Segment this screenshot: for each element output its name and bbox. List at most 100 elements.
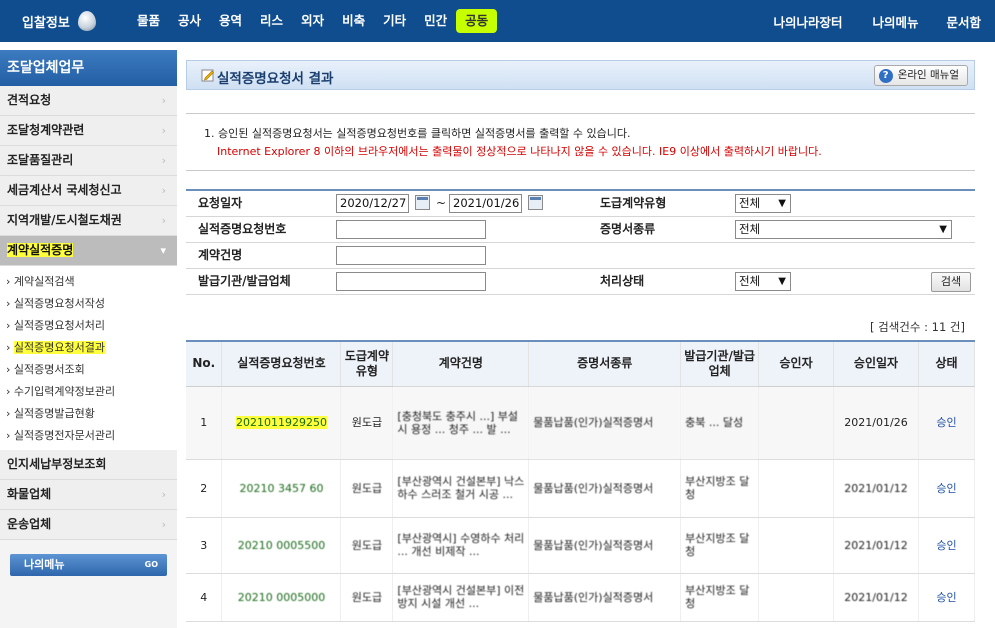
- submenu-item[interactable]: › 실적증명요청서처리: [0, 315, 177, 337]
- notice-line-2: Internet Explorer 8 이하의 브라우저에서는 출력물이 정상적…: [217, 145, 822, 158]
- sidebar-item-quality[interactable]: 조달품질관리 ›: [0, 146, 177, 176]
- label-status: 처리상태: [600, 274, 645, 288]
- submenu-item-active[interactable]: › 실적증명요청서결과: [0, 337, 177, 359]
- col-header-cert: 증명서종류: [528, 341, 682, 387]
- menu-item-construction[interactable]: 공사: [169, 9, 210, 33]
- manual-label: 온라인 매뉴얼: [897, 69, 959, 81]
- submenu-label: 실적증명요청서작성: [13, 297, 105, 310]
- search-row: 실적증명요청번호 증명서종류 전체 ▼: [186, 217, 975, 243]
- cell-no: 2: [186, 459, 223, 518]
- top-menu: 물품 공사 용역 리스 외자 비축 기타 민간 공동: [128, 9, 498, 33]
- sidebar-item-bonds[interactable]: 지역개발/도시철도채권 ›: [0, 206, 177, 236]
- sidebar-item-label: 인지세납부정보조회: [7, 457, 107, 471]
- sidebar-item-contract[interactable]: 조달청계약관련 ›: [0, 116, 177, 146]
- cell-req-no[interactable]: 20210 3457 60: [221, 459, 342, 518]
- col-header-date: 승인일자: [833, 341, 919, 387]
- cell-type: 원도급: [340, 459, 394, 518]
- brand-label: 입찰정보: [22, 15, 70, 31]
- cell-req-no[interactable]: 2021011929250: [221, 386, 342, 460]
- sidebar-item-tax[interactable]: 세금계산서 국세청신고 ›: [0, 176, 177, 206]
- select-value: 전체: [739, 196, 761, 210]
- my-market-link[interactable]: 나의나라장터: [759, 12, 858, 31]
- req-no-link[interactable]: 20210 3457 60: [239, 482, 323, 495]
- menu-item-common[interactable]: 공동: [456, 9, 498, 33]
- table-row: 2 20210 3457 60 원도급 [부산광역시 건설본부] 낙스하수 스러…: [186, 459, 976, 518]
- cell-no: 4: [186, 573, 223, 622]
- menu-item-goods[interactable]: 물품: [128, 9, 169, 33]
- menu-item-foreign[interactable]: 외자: [292, 9, 333, 33]
- request-no-input[interactable]: [336, 220, 486, 239]
- notice-box: 1. 승인된 실적증명요청서는 실적증명요청번호를 클릭하면 실적증명서를 출력…: [186, 113, 975, 171]
- sidebar-item-stamp-tax[interactable]: 인지세납부정보조회: [0, 450, 177, 480]
- cell-issuer: 부산지방조 달청: [680, 517, 760, 574]
- my-menu-label: 나의메뉴: [24, 558, 65, 571]
- cell-req-no[interactable]: 20210 0005500: [221, 517, 342, 574]
- date-from-input[interactable]: 2020/12/27: [336, 194, 409, 213]
- col-header-issuer: 발급기관/발급업체: [680, 341, 760, 387]
- table-row: 1 2021011929250 원도급 [충청북도 충주시 ...] 부설 시 …: [186, 386, 976, 460]
- cell-issuer: 부산지방조 달청: [680, 573, 760, 622]
- cell-req-no[interactable]: 20210 0005000: [221, 573, 342, 622]
- brand-bid-info[interactable]: 입찰정보: [0, 11, 128, 31]
- req-no-link[interactable]: 20210 0005000: [238, 591, 325, 604]
- date-to-input[interactable]: 2021/01/26: [449, 194, 522, 213]
- cell-approver: [758, 517, 835, 574]
- sidebar-item-quote[interactable]: 견적요청 ›: [0, 86, 177, 116]
- contract-name-input[interactable]: [336, 246, 486, 265]
- my-menu-link[interactable]: 나의메뉴: [858, 12, 932, 31]
- online-manual-button[interactable]: ? 온라인 매뉴얼: [873, 65, 968, 86]
- search-button[interactable]: 검색: [931, 272, 971, 292]
- status-select[interactable]: 전체 ▼: [735, 272, 791, 291]
- submenu-label: 실적증명전자문서관리: [13, 429, 116, 442]
- cell-type: 원도급: [340, 386, 394, 460]
- my-menu-button[interactable]: 나의메뉴 GO: [10, 554, 167, 576]
- sidebar-submenu: › 계약실적검색 › 실적증명요청서작성 › 실적증명요청서처리 › 실적증명요…: [0, 266, 177, 450]
- cell-issuer: 부산지방조 달청: [680, 459, 760, 518]
- req-no-link[interactable]: 20210 0005500: [238, 539, 325, 552]
- menu-item-etc[interactable]: 기타: [374, 9, 415, 33]
- menu-item-lease[interactable]: 리스: [251, 9, 292, 33]
- submenu-label: 실적증명서조회: [13, 363, 85, 376]
- cell-status: 승인: [918, 573, 976, 622]
- sidebar-item-label: 조달품질관리: [7, 153, 74, 167]
- req-no-link[interactable]: 2021011929250: [235, 416, 327, 429]
- chevron-down-icon: ▼: [778, 198, 786, 209]
- col-header-req-no: 실적증명요청번호: [221, 341, 342, 387]
- menu-item-stockpile[interactable]: 비축: [333, 9, 374, 33]
- chevron-right-icon: ›: [161, 124, 166, 137]
- submenu-item[interactable]: › 실적증명발급현황: [0, 403, 177, 425]
- label-issuer: 발급기관/발급업체: [198, 274, 291, 288]
- menu-item-service[interactable]: 용역: [210, 9, 251, 33]
- sidebar-item-label: 세금계산서 국세청신고: [7, 183, 122, 197]
- top-right-links: 나의나라장터 나의메뉴 문서함: [759, 0, 995, 42]
- submenu-label: 수기입력계약정보관리: [13, 385, 116, 398]
- sidebar-item-label: 조달청계약관련: [7, 123, 85, 137]
- cell-type: 원도급: [340, 517, 394, 574]
- cell-approver: [758, 386, 835, 460]
- submenu-item[interactable]: › 계약실적검색: [0, 271, 177, 293]
- contract-type-select[interactable]: 전체 ▼: [735, 194, 791, 213]
- chevron-right-icon: ›: [161, 214, 166, 227]
- sidebar-item-transport[interactable]: 운송업체 ›: [0, 510, 177, 540]
- cell-status: 승인: [918, 459, 976, 518]
- sidebar-item-cargo[interactable]: 화물업체 ›: [0, 480, 177, 510]
- label-request-no: 실적증명요청번호: [198, 222, 287, 236]
- table-row: 3 20210 0005500 원도급 [부산광역시] 수영하수 처리 ... …: [186, 517, 976, 574]
- calendar-icon[interactable]: [415, 195, 430, 210]
- sidebar-item-performance[interactable]: 계약실적증명 ▾: [0, 236, 177, 266]
- table-header-row: No. 실적증명요청번호 도급계약유형 계약건명 증명서종류 발급기관/발급업체…: [186, 341, 976, 387]
- cell-date: 2021/01/12: [833, 573, 919, 622]
- issuer-input[interactable]: [336, 272, 486, 291]
- sidebar-item-label: 견적요청: [7, 93, 52, 107]
- cell-issuer: 충북 ... 달성: [680, 386, 760, 460]
- submenu-item[interactable]: › 실적증명서조회: [0, 359, 177, 381]
- submenu-item[interactable]: › 실적증명요청서작성: [0, 293, 177, 315]
- cert-type-select[interactable]: 전체 ▼: [735, 220, 952, 239]
- mailbox-link[interactable]: 문서함: [932, 12, 995, 31]
- submenu-item[interactable]: › 실적증명전자문서관리: [0, 425, 177, 447]
- menu-item-private[interactable]: 민간: [415, 9, 456, 33]
- col-header-approver: 승인자: [758, 341, 835, 387]
- calendar-icon[interactable]: [528, 195, 543, 210]
- help-icon: ?: [878, 68, 893, 83]
- submenu-item[interactable]: › 수기입력계약정보관리: [0, 381, 177, 403]
